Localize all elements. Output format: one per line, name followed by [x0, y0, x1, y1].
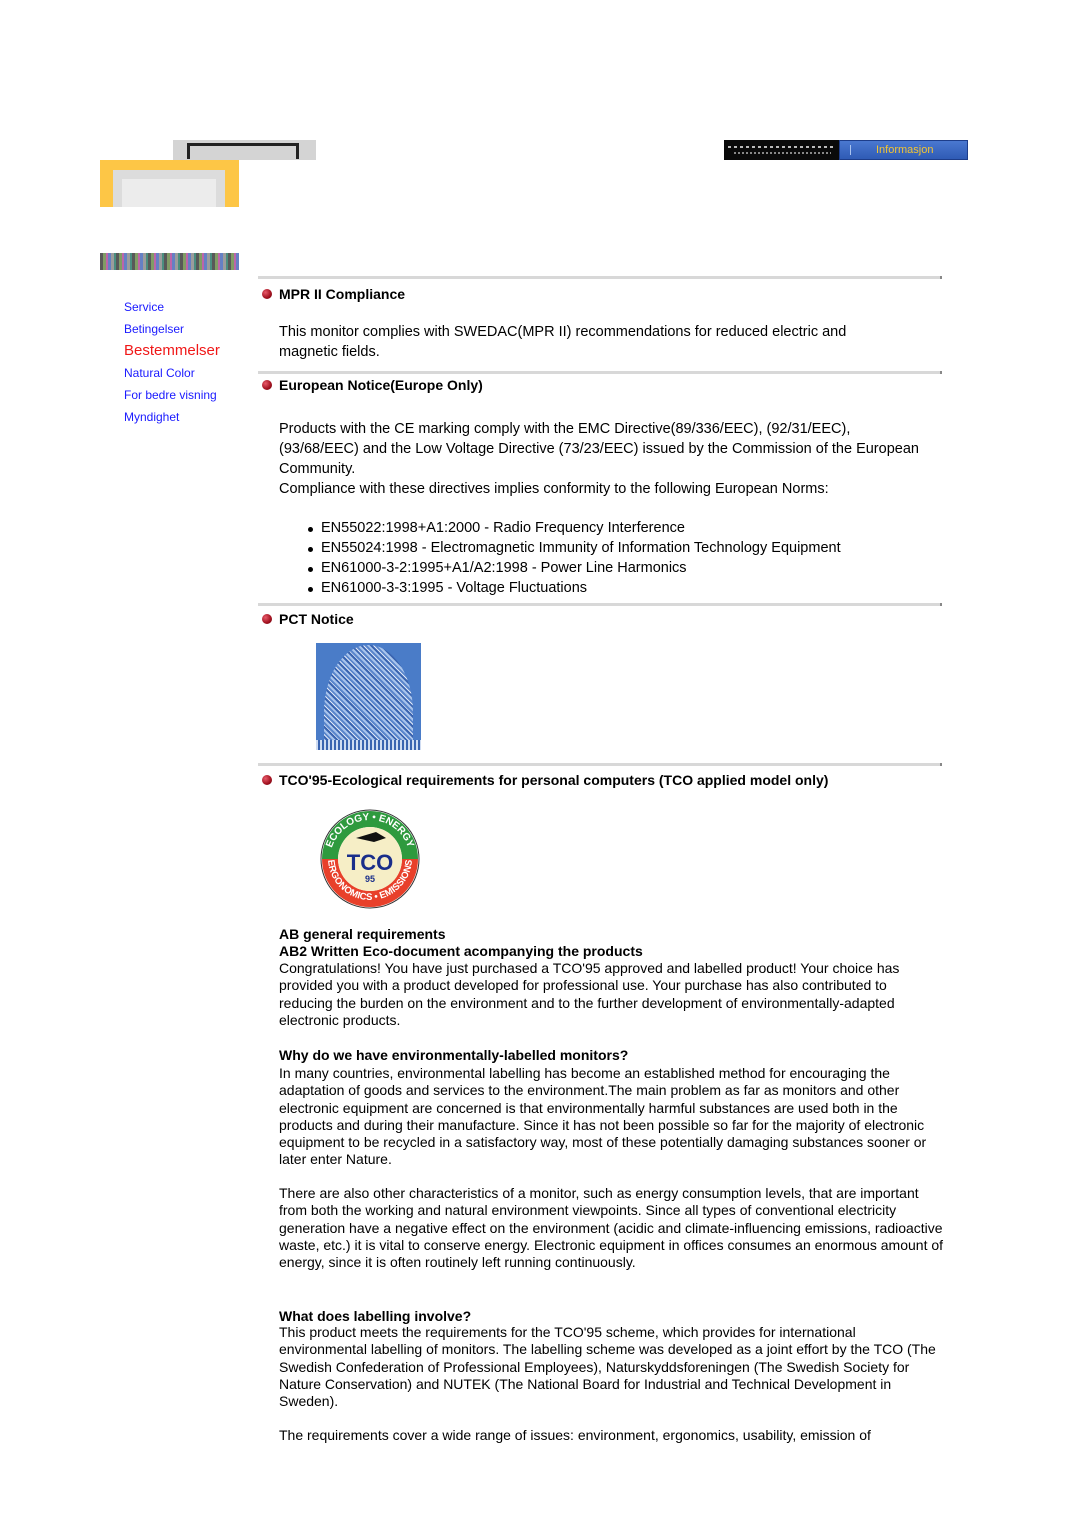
mpr-body: This monitor complies with SWEDAC(MPR II… [279, 324, 847, 360]
sidebar-item-myndighet[interactable]: Myndighet [124, 406, 220, 428]
list-item: EN61000-3-3:1995 - Voltage Fluctuations [308, 578, 841, 598]
tco-why-body: In many countries, environmental labelli… [279, 1065, 927, 1168]
banner-brand-graphic [724, 140, 839, 160]
section-heading-tco: TCO'95-Ecological requirements for perso… [262, 772, 828, 788]
tco-labelling-body: This product meets the requirements for … [279, 1324, 936, 1410]
tco-subheading-general: AB general requirements [279, 926, 446, 942]
tco95-logo: ECOLOGY • ENERGY ERGONOMICS • EMISSIONS … [320, 809, 420, 909]
tco-congrats-body: Congratulations! You have just purchased… [279, 960, 900, 1028]
section-heading-pct: PCT Notice [262, 611, 354, 627]
tco-other-body: There are also other characteristics of … [279, 1185, 944, 1271]
section-title: European Notice(Europe Only) [279, 377, 483, 393]
tco-requirements-body: The requirements cover a wide range of i… [279, 1427, 871, 1443]
monitor-bezel [113, 170, 225, 207]
sidebar-item-service[interactable]: Service [124, 296, 220, 318]
tco-year-text: 95 [365, 874, 375, 884]
sidebar-item-bestemmelser[interactable]: Bestemmelser [124, 340, 220, 362]
informasjon-label: Informasjon [876, 144, 934, 156]
norms-list: EN55022:1998+A1:2000 - Radio Frequency I… [279, 518, 841, 598]
section-title: TCO'95-Ecological requirements for perso… [279, 772, 829, 788]
list-item: EN55022:1998+A1:2000 - Radio Frequency I… [308, 518, 841, 538]
section-title: PCT Notice [279, 611, 354, 627]
sidebar-nav: Service Betingelser Bestemmelser Natural… [124, 296, 220, 428]
section-heading-european: European Notice(Europe Only) [262, 377, 483, 393]
european-norms-intro: Compliance with these directives implies… [279, 481, 829, 497]
tco-subheading-why: Why do we have environmentally-labelled … [279, 1047, 629, 1063]
section-divider [258, 371, 942, 374]
red-bullet-icon [262, 380, 272, 390]
sidebar-item-for-bedre-visning[interactable]: For bedre visning [124, 384, 220, 406]
frame-graphic [187, 143, 299, 159]
pct-logo-image [316, 643, 421, 750]
section-divider [258, 276, 942, 279]
red-bullet-icon [262, 775, 272, 785]
tco-subheading-ab2: AB2 Written Eco-document acompanying the… [279, 943, 643, 959]
informasjon-tab[interactable]: Informasjon [839, 140, 968, 160]
header-graphic-frame [173, 140, 316, 160]
sidebar-item-natural-color[interactable]: Natural Color [124, 362, 220, 384]
section-heading-mpr: MPR II Compliance [262, 286, 405, 302]
sidebar-item-betingelser[interactable]: Betingelser [124, 318, 220, 340]
sidebar-logo [100, 253, 239, 270]
list-item: EN55024:1998 - Electromagnetic Immunity … [308, 540, 841, 556]
tco-center-text: TCO [347, 850, 393, 875]
european-body: Products with the CE marking comply with… [279, 421, 919, 477]
header-graphic-monitor [100, 160, 239, 207]
section-title: MPR II Compliance [279, 286, 406, 302]
monitor-screen [122, 179, 216, 207]
pct-base-graphic [316, 740, 421, 750]
red-bullet-icon [262, 614, 272, 624]
section-divider [258, 603, 942, 606]
header-banner: Informasjon [724, 140, 968, 160]
list-item: EN61000-3-2:1995+A1/A2:1998 - Power Line… [308, 558, 841, 578]
pct-dome-graphic [324, 645, 413, 741]
banner-separator [850, 145, 851, 155]
tco-subheading-labelling: What does labelling involve? [279, 1308, 472, 1324]
section-divider [258, 763, 942, 766]
red-bullet-icon [262, 289, 272, 299]
